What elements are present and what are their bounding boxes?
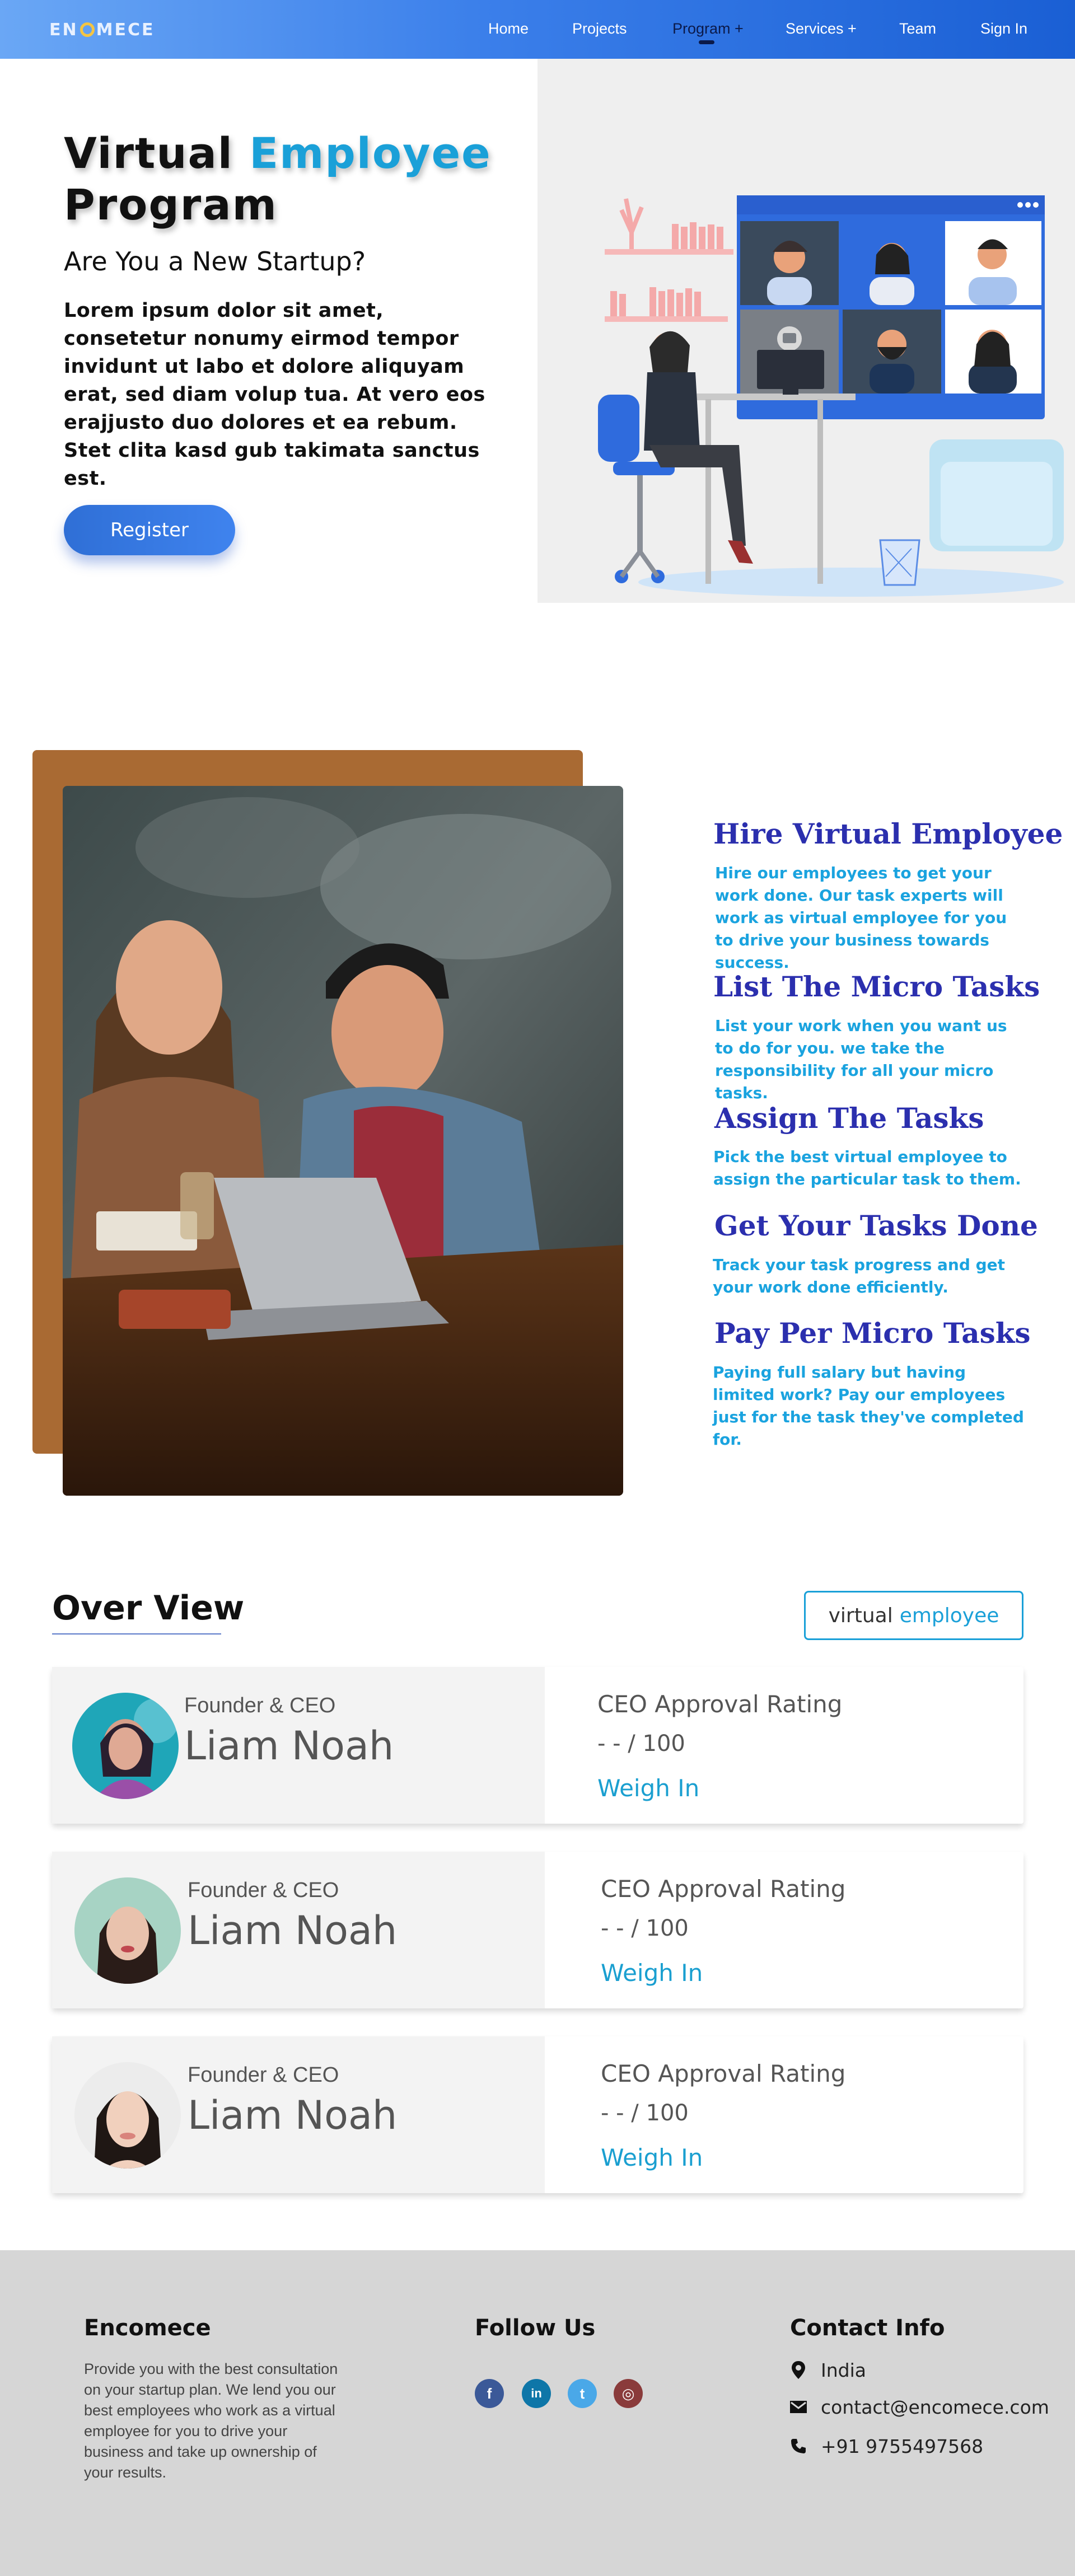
- overview-title-underline: [52, 1633, 221, 1634]
- contact-location: India: [787, 2359, 866, 2381]
- feature-title-hire: Hire Virtual Employee: [713, 817, 1063, 850]
- approval-rating-label: CEO Approval Rating: [597, 1690, 843, 1718]
- ceo-role: Founder & CEO: [188, 1879, 339, 1902]
- contact-phone-text: +91 9755497568: [821, 2435, 984, 2457]
- twitter-icon[interactable]: t: [568, 2379, 597, 2408]
- contact-location-text: India: [821, 2359, 866, 2381]
- weigh-in-link[interactable]: Weigh In: [601, 1959, 703, 1987]
- hero-title-accent: Employee: [249, 128, 492, 178]
- approval-rating-label: CEO Approval Rating: [601, 2060, 846, 2087]
- instagram-icon[interactable]: ◎: [614, 2379, 643, 2408]
- feature-title-list: List The Micro Tasks: [713, 970, 1040, 1003]
- ceo-card: Founder & CEO Liam Noah CEO Approval Rat…: [52, 2036, 1023, 2193]
- nav-projects[interactable]: Projects: [572, 20, 627, 38]
- hero-illustration: [538, 59, 1075, 603]
- hero-title-part1: Virtual: [64, 128, 233, 178]
- weigh-in-link[interactable]: Weigh In: [601, 2144, 703, 2171]
- feature-desc-hire: Hire our employees to get your work done…: [715, 864, 1007, 972]
- avatar: [74, 1877, 181, 1984]
- virtual-employee-button[interactable]: virtual employee: [804, 1591, 1023, 1640]
- hero-title-part2: Program: [64, 180, 278, 230]
- approval-score: - - / 100: [601, 2100, 689, 2126]
- hero-subtitle: Are You a New Startup?: [64, 246, 366, 277]
- feature-title-done: Get Your Tasks Done: [714, 1209, 1038, 1242]
- video-call-illustration: [598, 195, 1064, 597]
- logo-ring-icon: [80, 22, 95, 37]
- nav-sign-in[interactable]: Sign In: [980, 20, 1027, 38]
- nav-team[interactable]: Team: [899, 20, 936, 38]
- ceo-card-profile: Founder & CEO Liam Noah: [52, 2036, 545, 2193]
- contact-email-text: contact@encomece.com: [821, 2396, 1049, 2418]
- approval-score: - - / 100: [601, 1915, 689, 1941]
- ceo-role: Founder & CEO: [184, 1694, 336, 1717]
- contact-phone[interactable]: +91 9755497568: [787, 2435, 983, 2457]
- nav-home[interactable]: Home: [488, 20, 529, 38]
- footer-about-text: Provide you with the best consultation o…: [84, 2360, 338, 2481]
- ceo-name: Liam Noah: [188, 2092, 398, 2138]
- footer-follow-title: Follow Us: [475, 2315, 596, 2341]
- feature-title-assign: Assign The Tasks: [714, 1102, 984, 1135]
- mail-icon: [787, 2396, 810, 2418]
- footer-contact-title: Contact Info: [790, 2315, 945, 2341]
- footer-brand-title: Encomece: [84, 2315, 211, 2341]
- approval-rating-label: CEO Approval Rating: [601, 1875, 846, 1903]
- nav-services[interactable]: Services +: [786, 20, 857, 38]
- contact-email[interactable]: contact@encomece.com: [787, 2396, 1049, 2418]
- top-navbar: EN MECE Home Projects Program + Services …: [0, 0, 1075, 59]
- feature-desc-pay: Paying full salary but having limited wo…: [713, 1363, 1024, 1449]
- ceo-card-profile: Founder & CEO Liam Noah: [52, 1852, 545, 2008]
- ceo-name: Liam Noah: [184, 1723, 394, 1769]
- team-photo-image: [63, 786, 623, 1496]
- ceo-card: Founder & CEO Liam Noah CEO Approval Rat…: [52, 1667, 1023, 1824]
- avatar: [72, 1693, 179, 1799]
- avatar: [74, 2062, 181, 2168]
- feature-desc-assign: Pick the best virtual employee to assign…: [713, 1148, 1021, 1188]
- feature-title-pay: Pay Per Micro Tasks: [714, 1317, 1031, 1350]
- weigh-in-link[interactable]: Weigh In: [597, 1774, 699, 1802]
- facebook-icon[interactable]: f: [475, 2379, 504, 2408]
- team-photo: [63, 786, 623, 1496]
- nav-program[interactable]: Program +: [672, 20, 744, 38]
- ceo-card: Founder & CEO Liam Noah CEO Approval Rat…: [52, 1852, 1023, 2008]
- badge-highlight: employee: [899, 1604, 999, 1627]
- overview-title: Over View: [52, 1589, 245, 1628]
- hero-title: Virtual Employee Program: [64, 128, 492, 231]
- register-button[interactable]: Register: [64, 505, 235, 555]
- hero-body: Lorem ipsum dolor sit amet, consetetur n…: [64, 299, 485, 490]
- ceo-name: Liam Noah: [188, 1908, 398, 1954]
- badge-text: virtual: [828, 1604, 893, 1627]
- approval-score: - - / 100: [597, 1731, 685, 1757]
- ceo-role: Founder & CEO: [188, 2063, 339, 2087]
- linkedin-icon[interactable]: in: [522, 2379, 551, 2408]
- ceo-card-profile: Founder & CEO Liam Noah: [52, 1667, 545, 1824]
- feature-desc-done: Track your task progress and get your wo…: [713, 1256, 1006, 1296]
- active-nav-indicator: [699, 40, 714, 44]
- feature-desc-list: List your work when you want us to do fo…: [715, 1017, 1007, 1102]
- location-pin-icon: [787, 2359, 810, 2381]
- phone-icon: [787, 2435, 810, 2457]
- brand-logo[interactable]: EN MECE: [49, 20, 155, 40]
